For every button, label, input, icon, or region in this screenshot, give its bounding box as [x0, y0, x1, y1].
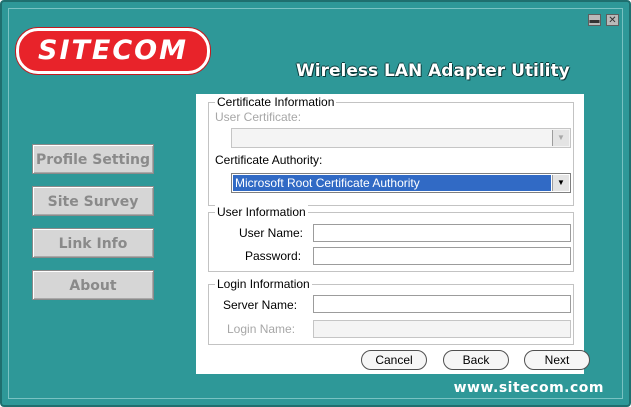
password-label: Password: — [245, 249, 302, 263]
certificate-authority-label: Certificate Authority: — [215, 153, 323, 167]
nav-about-button[interactable]: About — [32, 270, 154, 300]
user-certificate-value — [233, 130, 551, 146]
nav-site-survey-button[interactable]: Site Survey — [32, 186, 154, 216]
user-name-field[interactable] — [313, 224, 571, 242]
user-info-legend: User Information — [215, 205, 308, 219]
app-window: ▬ ✕ SITECOM Wireless LAN Adapter Utility… — [0, 0, 631, 407]
certificate-info-legend: Certificate Information — [215, 95, 337, 109]
user-info-group: User Information User Name: Password: — [208, 205, 574, 272]
chevron-down-icon: ▼ — [552, 130, 569, 146]
password-field[interactable] — [313, 247, 571, 265]
cancel-button[interactable]: Cancel — [361, 350, 427, 370]
certificate-authority-select[interactable]: Microsoft Root Certificate Authority ▼ — [231, 173, 571, 193]
nav-profile-setting-button[interactable]: Profile Setting — [32, 144, 154, 174]
minimize-button[interactable]: ▬ — [588, 14, 601, 26]
login-name-label: Login Name: — [227, 322, 296, 336]
settings-panel: Certificate Information User Certificate… — [196, 94, 590, 374]
user-certificate-label: User Certificate: — [215, 110, 302, 124]
back-button[interactable]: Back — [443, 350, 509, 370]
next-button[interactable]: Next — [524, 350, 590, 370]
app-title: Wireless LAN Adapter Utility — [296, 61, 570, 81]
login-info-group: Login Information Server Name: Login Nam… — [208, 277, 574, 345]
minimize-icon: ▬ — [589, 15, 600, 26]
close-button[interactable]: ✕ — [606, 14, 619, 26]
close-icon: ✕ — [608, 15, 617, 26]
certificate-info-group: Certificate Information User Certificate… — [208, 95, 574, 206]
user-name-label: User Name: — [239, 226, 304, 240]
certificate-authority-value: Microsoft Root Certificate Authority — [233, 175, 551, 191]
login-name-field[interactable] — [313, 320, 571, 338]
user-certificate-select[interactable]: ▼ — [231, 128, 571, 148]
footer-url: www.sitecom.com — [453, 380, 604, 396]
chevron-down-icon: ▼ — [552, 175, 569, 191]
sitecom-logo: SITECOM — [16, 28, 210, 74]
logo-text: SITECOM — [38, 35, 188, 66]
nav-link-info-button[interactable]: Link Info — [32, 228, 154, 258]
login-info-legend: Login Information — [215, 277, 312, 291]
server-name-label: Server Name: — [223, 298, 298, 312]
server-name-field[interactable] — [313, 295, 571, 313]
